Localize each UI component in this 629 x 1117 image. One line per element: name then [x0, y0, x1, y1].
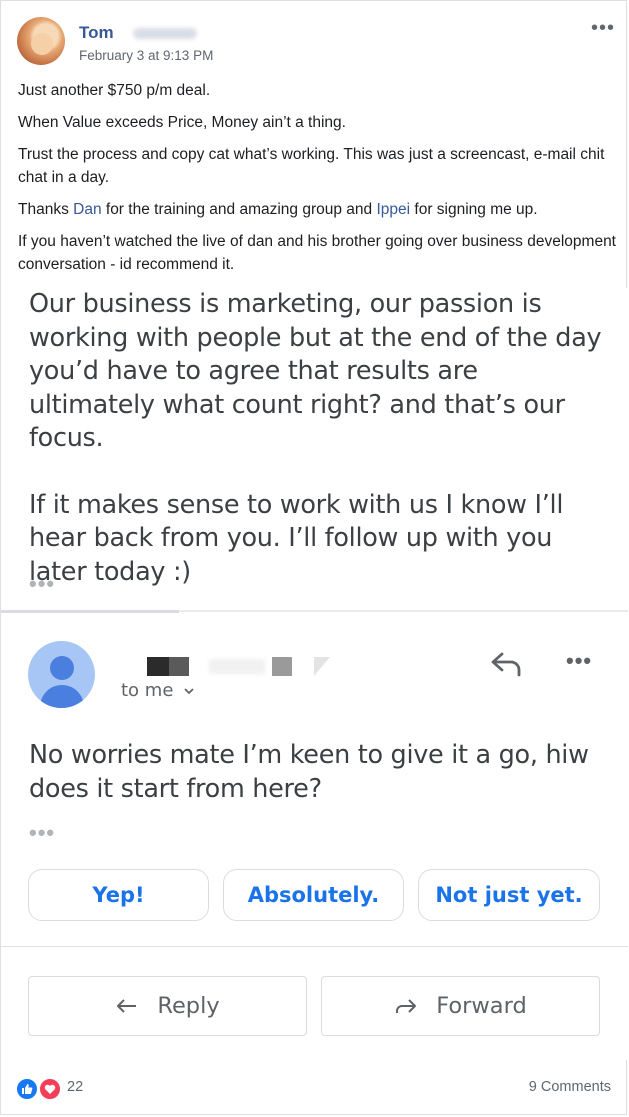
- post-timestamp[interactable]: February 3 at 9:13 PM: [79, 48, 213, 63]
- more-icon[interactable]: •••: [566, 648, 592, 674]
- text-fragment: for signing me up.: [410, 201, 538, 218]
- email-body: Our business is marketing, our passion i…: [29, 288, 609, 589]
- smart-reply-button[interactable]: Yep!: [28, 869, 209, 921]
- reply-icon[interactable]: [489, 650, 523, 678]
- redacted-sender: [272, 657, 292, 676]
- redacted-sender: [314, 657, 330, 676]
- sender-avatar[interactable]: [28, 641, 95, 708]
- reply-icon: [117, 999, 137, 1013]
- tag-link-ippei[interactable]: Ippei: [376, 201, 410, 218]
- recipient-line[interactable]: to me: [121, 680, 195, 701]
- email-body-paragraph: Our business is marketing, our passion i…: [29, 289, 602, 453]
- reaction-count[interactable]: 22: [67, 1079, 83, 1095]
- reply-label: Reply: [157, 993, 220, 1019]
- post-paragraph: When Value exceeds Price, Money ain’t a …: [18, 114, 346, 131]
- recipient-label: to me: [121, 680, 174, 701]
- comments-link[interactable]: 9 Comments: [529, 1079, 611, 1095]
- reply-button[interactable]: Reply: [28, 976, 307, 1036]
- post-paragraph: If you haven’t watched the live of dan a…: [18, 233, 616, 273]
- post-paragraph: Trust the process and copy cat what’s wo…: [18, 146, 605, 186]
- love-icon[interactable]: [38, 1077, 62, 1101]
- redacted-sender: [147, 657, 169, 676]
- email-screenshot: Our business is marketing, our passion i…: [1, 288, 628, 1060]
- post-text: Just another $750 p/m deal. When Value e…: [18, 79, 618, 285]
- divider-accent: [1, 610, 179, 613]
- post-header: Tom February 3 at 9:13 PM •••: [15, 15, 615, 71]
- person-head-icon: [50, 656, 74, 680]
- redacted-sender: [209, 659, 265, 674]
- post-footer: 22 9 Comments: [1, 1061, 628, 1115]
- person-body-icon: [40, 685, 84, 708]
- show-trimmed-icon[interactable]: •••: [29, 571, 55, 597]
- forward-label: Forward: [436, 993, 527, 1019]
- author-name[interactable]: Tom: [79, 23, 114, 43]
- forward-icon: [396, 999, 417, 1013]
- more-horizontal-icon[interactable]: •••: [591, 17, 615, 40]
- actions-divider: [1, 946, 628, 947]
- tag-link-dan[interactable]: Dan: [73, 201, 101, 218]
- show-trimmed-icon[interactable]: •••: [29, 820, 55, 846]
- author-avatar[interactable]: [17, 17, 65, 65]
- redacted-sender: [169, 657, 189, 676]
- text-fragment: for the training and amazing group and: [101, 201, 377, 218]
- chevron-down-icon: [184, 688, 194, 695]
- forward-button[interactable]: Forward: [321, 976, 600, 1036]
- like-icon[interactable]: [15, 1077, 39, 1101]
- reply-message: No worries mate I’m keen to give it a go…: [29, 740, 589, 804]
- text-fragment: Thanks: [18, 201, 74, 218]
- post-paragraph: Thanks Dan for the training and amazing …: [18, 198, 618, 221]
- facebook-post: Tom February 3 at 9:13 PM ••• Just anoth…: [0, 0, 628, 1115]
- redacted-surname: [133, 28, 197, 39]
- smart-reply-button[interactable]: Absolutely.: [223, 869, 404, 921]
- email-body-paragraph: If it makes sense to work with us I know…: [29, 489, 564, 587]
- smart-reply-button[interactable]: Not just yet.: [418, 869, 600, 921]
- post-paragraph: Just another $750 p/m deal.: [18, 82, 211, 99]
